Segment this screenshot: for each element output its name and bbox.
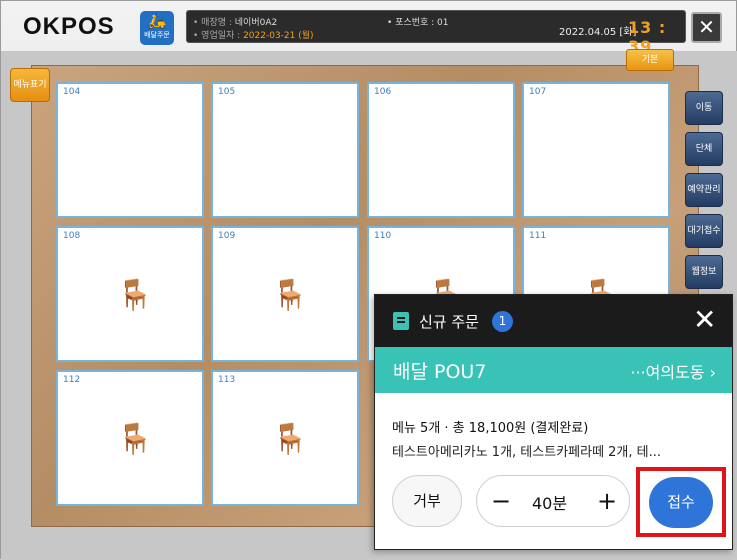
table-106[interactable]: 106 [367, 82, 515, 218]
side-reservation-button[interactable]: 예약관리 [685, 173, 723, 207]
table-chairs-icon: 🪑 [271, 422, 309, 457]
table-number: 112 [63, 375, 81, 385]
order-count-badge: 1 [492, 311, 513, 332]
table-number: 106 [374, 87, 392, 97]
table-107[interactable]: 107 [522, 82, 670, 218]
table-chairs-icon: 🪑 [116, 422, 154, 457]
minus-button[interactable]: − [491, 486, 511, 516]
table-108[interactable]: 108 🪑 [56, 226, 204, 362]
current-date: 2022.04.05 [화] [559, 27, 637, 38]
header-bar: OKPOS 🛵 배달주문 • 매장명 : 네이버0A2 • 영업일자 : 202… [1, 1, 737, 56]
business-date-key: • 영업일자 : [193, 31, 241, 41]
table-109[interactable]: 109 🪑 [211, 226, 359, 362]
store-name-key: • 매장명 : [193, 18, 232, 28]
table-number: 104 [63, 87, 81, 97]
table-105[interactable]: 105 [211, 82, 359, 218]
table-number: 110 [374, 231, 392, 241]
receipt-icon [393, 312, 409, 330]
close-app-button[interactable]: ✕ [691, 12, 722, 43]
okpos-logo: OKPOS [23, 13, 115, 40]
order-items: 테스트아메리카노 1개, 테스트카페라떼 2개, 테... [392, 445, 662, 460]
table-chairs-icon: 🪑 [116, 278, 154, 313]
order-type-bar[interactable]: 배달 POU7 ···여의도동 › [375, 347, 732, 393]
table-104[interactable]: 104 [56, 82, 204, 218]
table-number: 111 [529, 231, 547, 241]
new-order-popup: 신규 주문 1 ✕ 배달 POU7 ···여의도동 › 메뉴 5개 · 총 18… [374, 294, 733, 550]
table-number: 105 [218, 87, 236, 97]
side-group-button[interactable]: 단체 [685, 132, 723, 166]
delivery-order-button[interactable]: 🛵 배달주문 [140, 11, 174, 45]
store-name: 네이버0A2 [234, 18, 278, 28]
pos-number: • 포스번호 : 01 [387, 18, 449, 28]
prep-time-stepper: − 40분 + [476, 475, 630, 527]
side-webinfo-button[interactable]: 웹정보 [685, 255, 723, 289]
prep-time-value: 40분 [532, 494, 568, 513]
pos-window: OKPOS 🛵 배달주문 • 매장명 : 네이버0A2 • 영업일자 : 202… [0, 0, 737, 560]
accept-highlight-box: 접수 [636, 467, 726, 537]
popup-header: 신규 주문 1 ✕ [375, 295, 732, 347]
reject-button[interactable]: 거부 [392, 475, 462, 527]
delivery-area: ···여의도동 › [630, 363, 716, 382]
table-chairs-icon: 🪑 [271, 278, 309, 313]
close-icon[interactable]: ✕ [693, 305, 716, 335]
table-number: 109 [218, 231, 236, 241]
delivery-order-label: 배달주문 [144, 31, 170, 39]
scooter-icon: 🛵 [147, 12, 167, 30]
store-info-panel: • 매장명 : 네이버0A2 • 영업일자 : 2022-03-21 (월) •… [186, 10, 686, 56]
table-number: 107 [529, 87, 547, 97]
table-number: 113 [218, 375, 236, 385]
business-date: 2022-03-21 (월) [243, 31, 314, 41]
side-waiting-button[interactable]: 대기접수 [685, 214, 723, 248]
table-112[interactable]: 112 🪑 [56, 370, 204, 506]
order-summary: 메뉴 5개 · 총 18,100원 (결제완료) [392, 421, 589, 436]
side-move-button[interactable]: 이동 [685, 91, 723, 125]
menu-display-toggle[interactable]: 메뉴표기 [10, 68, 50, 102]
plus-button[interactable]: + [597, 486, 617, 516]
table-113[interactable]: 113 🪑 [211, 370, 359, 506]
delivery-type: 배달 POU7 [393, 361, 487, 383]
table-number: 108 [63, 231, 81, 241]
basic-layout-button[interactable]: 기본 [626, 49, 674, 71]
accept-button[interactable]: 접수 [649, 477, 713, 528]
popup-title: 신규 주문 [419, 313, 479, 331]
